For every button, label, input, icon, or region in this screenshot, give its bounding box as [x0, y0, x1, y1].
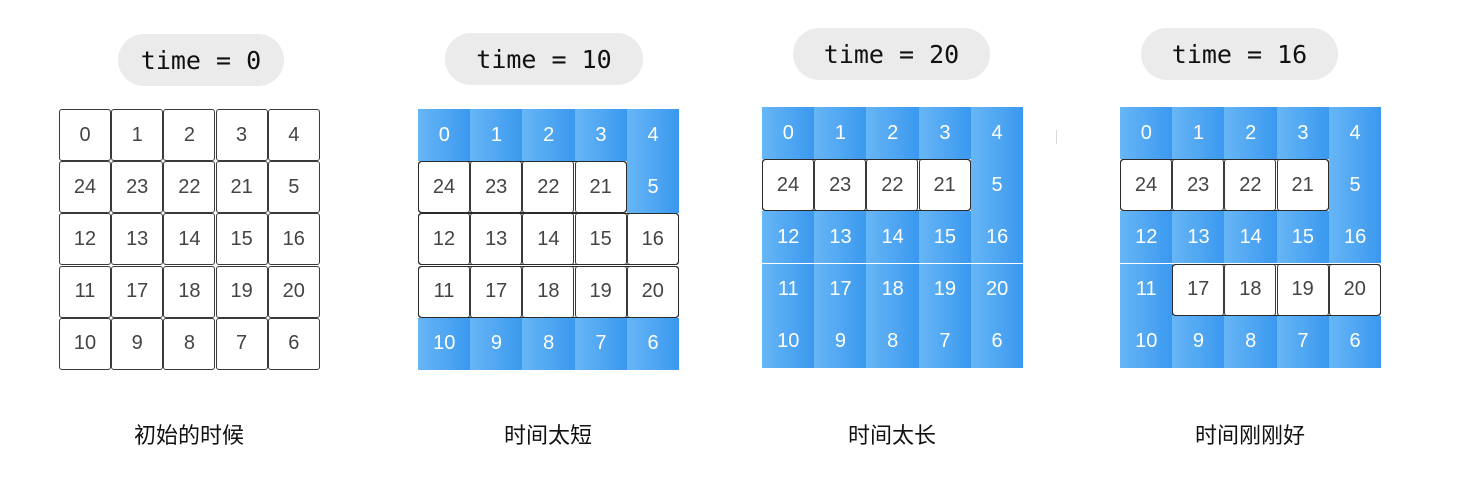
- grid-cell-19: 19: [574, 265, 627, 318]
- grid-panel-2: 0 1 2 3 4 24 23 22 21 5 12 13 14 15 16 11 17 18 19 20 10 9 8 7 6: [762, 107, 1024, 369]
- grid-cell-18: 18: [1224, 263, 1277, 316]
- grid-cell-1: 1: [1172, 107, 1225, 159]
- grid-cell-22: 22: [866, 159, 919, 212]
- grid-cell-12: 12: [1120, 211, 1173, 264]
- grid-cell-0: 0: [1120, 107, 1173, 159]
- grid-cell-12: 12: [762, 211, 815, 264]
- grid-cell-4: 4: [1328, 107, 1382, 159]
- grid-cell-24: 24: [1120, 159, 1172, 212]
- grid-cell-10: 10: [1120, 315, 1173, 368]
- grid-cell-8: 8: [866, 315, 919, 368]
- grid-cell-15: 15: [1276, 211, 1330, 264]
- grid-cell-13: 13: [814, 211, 867, 264]
- grid-cell-0: 0: [762, 107, 815, 159]
- grid-cell-17: 17: [470, 265, 523, 318]
- grid-cell-20: 20: [626, 265, 679, 318]
- grid-cell-12: 12: [418, 213, 470, 266]
- grid-cell-7: 7: [574, 317, 628, 370]
- grid-cell-17: 17: [1172, 263, 1225, 316]
- time-label-pill: time = 10: [445, 33, 643, 85]
- grid-cell-4: 4: [626, 109, 680, 161]
- grid-cell-9: 9: [470, 317, 523, 370]
- grid-cell-23: 23: [1172, 159, 1225, 212]
- grid-cell-3: 3: [1276, 107, 1330, 159]
- grid-cell-18: 18: [866, 263, 919, 316]
- grid-cell-15: 15: [574, 213, 627, 266]
- grid-cell-1: 1: [470, 109, 523, 161]
- grid-cell-11: 11: [1120, 263, 1173, 316]
- grid-cell-22: 22: [1224, 159, 1277, 212]
- time-label-pill: time = 16: [1141, 28, 1338, 80]
- grid-cell-5: 5: [1328, 159, 1382, 212]
- grid-cell-6: 6: [626, 317, 680, 370]
- grid-cell-11: 11: [418, 265, 470, 318]
- grid-cell-14: 14: [522, 213, 575, 266]
- grid-cell-6: 6: [970, 315, 1024, 368]
- grid-cell-10: 10: [418, 317, 471, 370]
- grid-cell-17: 17: [814, 263, 867, 316]
- grid-cell-22: 22: [522, 161, 575, 214]
- grid-cell-8: 8: [1224, 315, 1277, 368]
- panel-caption: 时间刚刚好: [1194, 424, 1305, 449]
- grid-cell-5: 5: [626, 161, 680, 214]
- grid-cell-24: 24: [418, 161, 470, 214]
- panel-time-16: time = 16 0 1 2 3 4 24 23 22 21 5 12 13 14 15 16 11 17 18…: [0, 0, 1382, 494]
- grid-cell-14: 14: [866, 211, 919, 264]
- grid-cell-14: 14: [1224, 211, 1277, 264]
- grid-cell-6: 6: [1328, 315, 1382, 368]
- grid-cell-20: 20: [1328, 263, 1381, 316]
- grid-cell-21: 21: [574, 161, 627, 214]
- grid-cell-9: 9: [814, 315, 867, 368]
- grid-panel-1: 0 1 2 3 4 24 23 22 21 5 12 13 14 15 16 11 17 18 19 20 10 9 8 7 6: [418, 109, 680, 371]
- grid-cell-13: 13: [470, 213, 523, 266]
- grid-cell-13: 13: [1172, 211, 1225, 264]
- grid-cell-18: 18: [522, 265, 575, 318]
- grid-cell-2: 2: [866, 107, 919, 159]
- grid-cell-8: 8: [522, 317, 575, 370]
- grid-cell-16: 16: [626, 213, 679, 266]
- grid-cell-5: 5: [970, 159, 1024, 212]
- grid-cell-16: 16: [970, 211, 1024, 264]
- panel-caption: 时间太短: [503, 424, 592, 449]
- grid-panel-3: 0 1 2 3 4 24 23 22 21 5 12 13 14 15 16 11 17 18 19 20 10 9 8 7 6: [1120, 107, 1382, 369]
- grid-cell-21: 21: [918, 159, 971, 212]
- time-label-pill: time = 20: [793, 28, 990, 80]
- grid-cell-1: 1: [814, 107, 867, 159]
- grid-cell-19: 19: [1276, 263, 1329, 316]
- grid-cell-2: 2: [1224, 107, 1277, 159]
- grid-cell-7: 7: [918, 315, 972, 368]
- grid-cell-9: 9: [1172, 315, 1225, 368]
- grid-cell-3: 3: [574, 109, 628, 161]
- grid-cell-20: 20: [970, 263, 1024, 316]
- grid-cell-4: 4: [970, 107, 1024, 159]
- grid-cell-11: 11: [762, 263, 815, 316]
- panel-caption: 时间太长: [847, 424, 936, 449]
- grid-cell-24: 24: [762, 159, 814, 212]
- grid-cell-15: 15: [918, 211, 972, 264]
- grid-cell-23: 23: [814, 159, 867, 212]
- grid-cell-2: 2: [522, 109, 575, 161]
- grid-cell-10: 10: [762, 315, 815, 368]
- grid-cell-0: 0: [418, 109, 471, 161]
- divider-mark: [1056, 130, 1057, 144]
- grid-cell-16: 16: [1328, 211, 1382, 264]
- grid-cell-21: 21: [1276, 159, 1329, 212]
- grid-cell-7: 7: [1276, 315, 1330, 368]
- grid-cell-3: 3: [918, 107, 972, 159]
- grid-cell-23: 23: [470, 161, 523, 214]
- grid-cell-19: 19: [918, 263, 972, 316]
